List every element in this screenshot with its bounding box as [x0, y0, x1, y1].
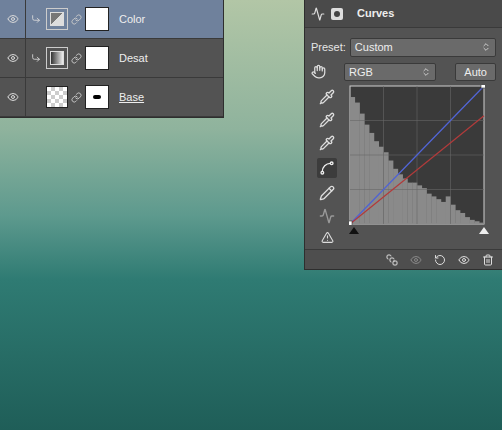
panel-header: Curves — [305, 0, 502, 28]
histogram-bar — [465, 217, 470, 224]
histogram-bar — [446, 196, 451, 224]
visibility-toggle[interactable] — [0, 78, 26, 116]
control-point[interactable] — [481, 85, 485, 88]
target-adjust-icon[interactable] — [311, 64, 326, 79]
histogram-bar — [470, 220, 475, 224]
histogram-bar — [417, 185, 422, 224]
histogram-bar — [474, 221, 479, 224]
layers-panel: Color Desat Base — [0, 0, 224, 118]
histogram-bar — [412, 183, 417, 224]
histogram-bar — [379, 147, 384, 224]
white-slider-handle[interactable] — [479, 227, 489, 234]
curves-adjustment-icon[interactable] — [311, 7, 325, 21]
clipping-warning-icon[interactable] — [321, 231, 334, 244]
smooth-icon[interactable] — [319, 208, 335, 224]
properties-panel: Curves Preset:Custom RGB Auto — [304, 0, 502, 270]
visibility-toggle[interactable] — [0, 39, 26, 77]
layer-row[interactable]: Base — [0, 78, 223, 117]
clip-arrow-icon — [31, 53, 41, 63]
eye-icon — [7, 52, 19, 64]
histogram-bar — [422, 188, 427, 224]
histogram-bar — [436, 199, 441, 224]
layer-mask[interactable] — [85, 7, 109, 31]
adjustment-icon — [46, 8, 68, 30]
layer-name: Color — [119, 11, 145, 28]
visibility-icon[interactable] — [458, 254, 470, 266]
histogram-bar — [403, 178, 408, 224]
panel-footer — [305, 249, 502, 269]
mask-icon[interactable] — [331, 8, 343, 20]
channel-dropdown[interactable]: RGB — [344, 63, 436, 82]
histogram-bar — [350, 97, 355, 224]
histogram-bar — [407, 183, 412, 224]
histogram-bar — [460, 213, 465, 224]
histogram-bar — [441, 202, 446, 224]
white-point-eyedropper-icon[interactable] — [319, 135, 335, 151]
photoshop-window: Color Desat Base Curves Preset:Custom RGB Auto — [0, 0, 502, 430]
link-icon — [71, 53, 82, 64]
histogram-bar — [431, 196, 436, 224]
layer-name: Desat — [119, 50, 148, 67]
link-icon — [71, 92, 82, 103]
layer-row[interactable]: Desat — [0, 39, 223, 78]
black-slider-handle[interactable] — [349, 227, 359, 234]
auto-button[interactable]: Auto — [455, 63, 496, 82]
black-point-eyedropper-icon[interactable] — [319, 89, 335, 105]
preset-dropdown[interactable]: Custom — [350, 38, 496, 57]
view-previous-icon[interactable] — [410, 254, 422, 266]
layer-thumbnail — [46, 86, 68, 108]
curve-line[interactable] — [350, 86, 484, 224]
dropdown-arrow-icon — [421, 67, 431, 77]
visibility-toggle[interactable] — [0, 0, 26, 38]
histogram-bar — [360, 114, 365, 224]
histogram-bar — [369, 133, 374, 224]
dropdown-arrow-icon — [481, 42, 491, 52]
layer-name: Base — [119, 89, 144, 106]
histogram-bar — [427, 194, 432, 224]
histogram-bar — [479, 223, 484, 224]
link-icon — [71, 14, 82, 25]
reset-icon[interactable] — [434, 254, 446, 266]
edit-points-icon[interactable] — [319, 160, 335, 176]
pencil-icon[interactable] — [319, 185, 335, 201]
eye-icon — [7, 91, 19, 103]
control-point[interactable] — [349, 221, 352, 225]
curves-graph[interactable] — [349, 85, 485, 225]
layer-row[interactable]: Color — [0, 0, 223, 39]
curves-tools — [305, 85, 349, 249]
clip-arrow-icon — [31, 14, 41, 24]
histogram-bar — [374, 141, 379, 224]
gray-point-eyedropper-icon[interactable] — [319, 112, 335, 128]
input-slider[interactable] — [349, 227, 489, 234]
panel-title: Curves — [357, 5, 394, 22]
clip-to-layer-icon[interactable] — [386, 254, 398, 266]
eye-icon — [7, 13, 19, 25]
layer-mask[interactable] — [85, 46, 109, 70]
histogram-bar — [455, 210, 460, 224]
layer-mask[interactable] — [85, 85, 109, 109]
preset-label: Preset: — [311, 39, 346, 56]
adjustment-icon — [46, 47, 68, 69]
curve-line[interactable] — [350, 116, 484, 224]
trash-icon[interactable] — [482, 254, 494, 266]
histogram-bar — [451, 205, 456, 224]
